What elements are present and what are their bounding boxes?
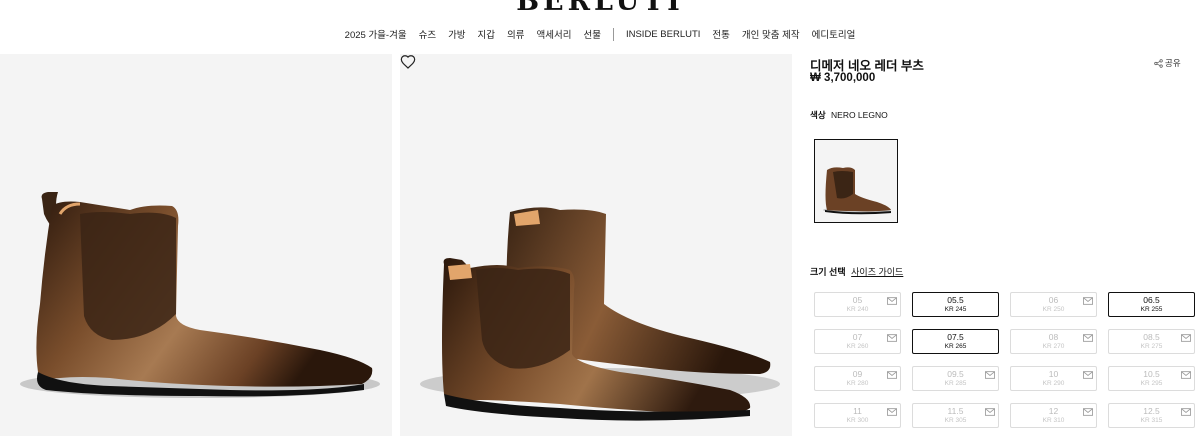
product-info: 디메저 네오 레더 부츠 공유 ₩ 3,700,000 색상 NERO LEGN… xyxy=(810,54,1200,436)
size-kr-value: KR 280 xyxy=(846,380,869,387)
size-option[interactable]: 05.5 KR 245 xyxy=(912,292,999,317)
size-option[interactable]: 07.5 KR 265 xyxy=(912,329,999,354)
size-option[interactable]: 11 KR 300 xyxy=(814,403,901,428)
product-image-pair[interactable] xyxy=(400,54,792,436)
size-kr-value: KR 240 xyxy=(846,306,869,313)
mail-icon[interactable] xyxy=(887,408,897,416)
share-label: 공유 xyxy=(1165,58,1181,68)
mail-icon[interactable] xyxy=(887,371,897,379)
product-image-side[interactable] xyxy=(0,54,392,436)
brand-logo[interactable]: BERLUTI xyxy=(0,0,1200,14)
mail-icon[interactable] xyxy=(1181,334,1191,342)
logo-strip: BERLUTI xyxy=(0,0,1200,14)
size-option[interactable]: 09.5 KR 285 xyxy=(912,366,999,391)
main-nav: 2025 가을-겨울 슈즈 가방 지갑 의류 액세서리 선물 INSIDE BE… xyxy=(0,27,1200,41)
nav-item-bespoke[interactable]: 개인 맞춤 제작 xyxy=(742,27,800,41)
size-option[interactable]: 12 KR 310 xyxy=(1010,403,1097,428)
size-row: 크기 선택 사이즈 가이드 xyxy=(810,265,903,278)
share-button[interactable]: 공유 xyxy=(1154,57,1181,69)
nav-item-wallets[interactable]: 지갑 xyxy=(478,27,495,41)
size-kr-value: KR 275 xyxy=(1140,343,1163,350)
color-label: 색상 xyxy=(810,110,826,120)
color-swatch-nero-legno[interactable] xyxy=(814,139,898,223)
mail-icon[interactable] xyxy=(887,297,897,305)
mail-icon[interactable] xyxy=(1083,408,1093,416)
size-value: 06.5 xyxy=(1143,295,1160,305)
mail-icon[interactable] xyxy=(985,408,995,416)
nav-item-inside-berluti[interactable]: INSIDE BERLUTI xyxy=(626,29,700,40)
nav-item-accessories[interactable]: 액세서리 xyxy=(537,27,572,41)
size-option[interactable]: 08.5 KR 275 xyxy=(1108,329,1195,354)
mail-icon[interactable] xyxy=(1083,297,1093,305)
color-value: NERO LEGNO xyxy=(831,110,888,120)
nav-item-bags[interactable]: 가방 xyxy=(448,27,465,41)
heart-icon[interactable] xyxy=(400,54,416,70)
size-kr-value: KR 270 xyxy=(1042,343,1065,350)
mail-icon[interactable] xyxy=(1181,371,1191,379)
size-option[interactable]: 05 KR 240 xyxy=(814,292,901,317)
size-guide-link[interactable]: 사이즈 가이드 xyxy=(851,267,903,277)
size-kr-value: KR 255 xyxy=(1140,306,1163,313)
size-kr-value: KR 295 xyxy=(1140,380,1163,387)
size-option[interactable]: 12.5 KR 315 xyxy=(1108,403,1195,428)
product-price: ₩ 3,700,000 xyxy=(810,72,876,84)
size-kr-value: KR 310 xyxy=(1042,417,1065,424)
boot-pair-image xyxy=(420,207,780,421)
size-option[interactable]: 09 KR 280 xyxy=(814,366,901,391)
mail-icon[interactable] xyxy=(887,334,897,342)
size-option[interactable]: 06.5 KR 255 xyxy=(1108,292,1195,317)
size-value: 05.5 xyxy=(947,295,964,305)
size-option[interactable]: 07 KR 260 xyxy=(814,329,901,354)
share-icon xyxy=(1154,58,1163,68)
size-kr-value: KR 300 xyxy=(846,417,869,424)
size-kr-value: KR 250 xyxy=(1042,306,1065,313)
size-label: 크기 선택 xyxy=(810,267,846,277)
size-kr-value: KR 245 xyxy=(944,306,967,313)
size-kr-value: KR 305 xyxy=(944,417,967,424)
size-option[interactable]: 11.5 KR 305 xyxy=(912,403,999,428)
product-gallery xyxy=(0,54,792,436)
nav-item-fw25[interactable]: 2025 가을-겨울 xyxy=(345,27,407,41)
size-kr-value: KR 285 xyxy=(944,380,967,387)
nav-item-clothing[interactable]: 의류 xyxy=(507,27,524,41)
boot-side-image xyxy=(20,192,380,398)
size-kr-value: KR 265 xyxy=(944,343,967,350)
mail-icon[interactable] xyxy=(1181,408,1191,416)
size-option[interactable]: 10.5 KR 295 xyxy=(1108,366,1195,391)
size-kr-value: KR 290 xyxy=(1042,380,1065,387)
nav-item-editorial[interactable]: 에디토리얼 xyxy=(812,27,856,41)
color-row: 색상 NERO LEGNO xyxy=(810,109,888,121)
swatch-boot-image xyxy=(823,167,891,215)
nav-item-shoes[interactable]: 슈즈 xyxy=(419,27,436,41)
nav-item-gifts[interactable]: 선물 xyxy=(583,27,600,41)
mail-icon[interactable] xyxy=(985,371,995,379)
nav-divider xyxy=(612,27,614,41)
size-option[interactable]: 06 KR 250 xyxy=(1010,292,1097,317)
nav-item-heritage[interactable]: 전통 xyxy=(712,27,729,41)
size-value: 07.5 xyxy=(947,332,964,342)
mail-icon[interactable] xyxy=(1083,371,1093,379)
size-kr-value: KR 315 xyxy=(1140,417,1163,424)
size-kr-value: KR 260 xyxy=(846,343,869,350)
mail-icon[interactable] xyxy=(1083,334,1093,342)
size-option[interactable]: 08 KR 270 xyxy=(1010,329,1097,354)
size-option[interactable]: 10 KR 290 xyxy=(1010,366,1097,391)
